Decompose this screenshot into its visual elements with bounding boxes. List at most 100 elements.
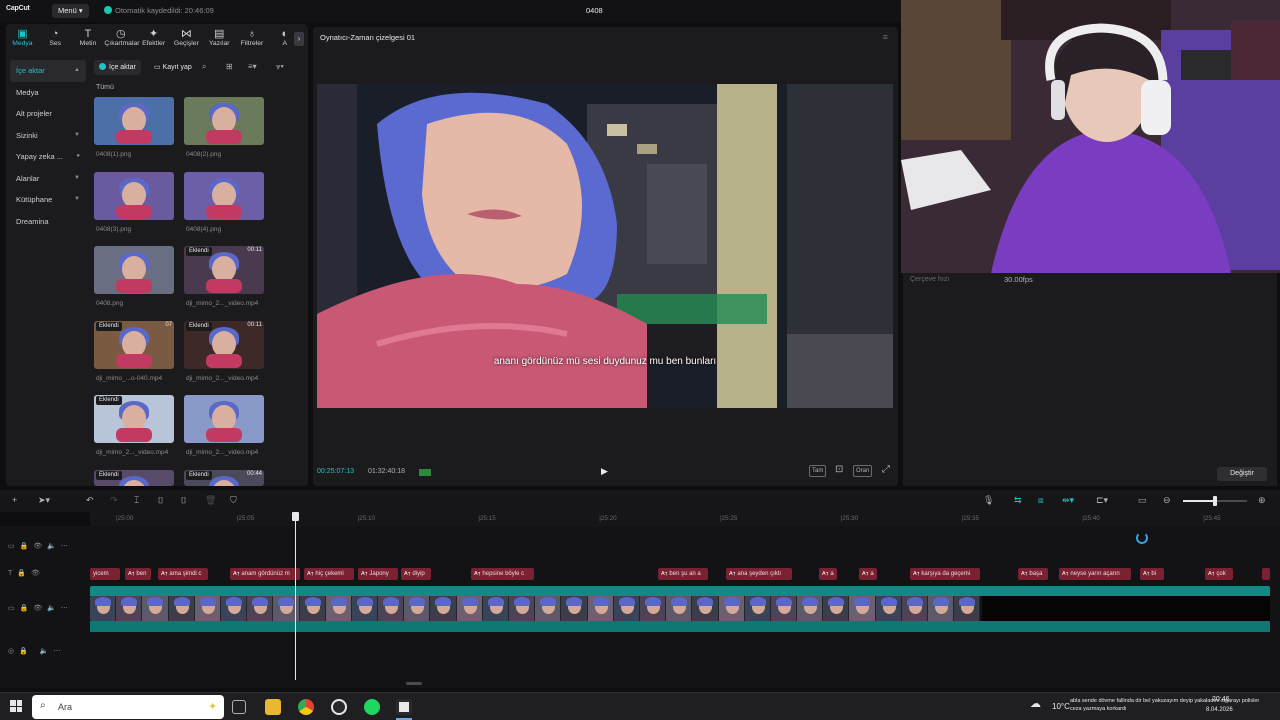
media-thumbnail[interactable]: Eklendi 00:44 — [184, 469, 264, 486]
preview-axis-icon[interactable]: ⇹▾ — [1062, 495, 1074, 506]
media-thumbnail[interactable]: Eklendi 00:11 — [184, 246, 264, 294]
audio-waveform[interactable] — [90, 621, 1270, 632]
sidenav-item-7[interactable]: Kütüphane ▼ — [10, 189, 86, 211]
tab-4[interactable]: ◷ Çıkartmalar — [104, 24, 139, 54]
text-clip[interactable]: A⁊ diyip — [401, 568, 431, 580]
sidenav-item-4[interactable]: Sizinki ▼ — [10, 125, 86, 147]
redo-icon[interactable]: ↷ — [110, 495, 118, 506]
obs-icon[interactable] — [331, 699, 347, 715]
taskbar-search[interactable]: ⌕ Ara ✦ — [32, 695, 224, 719]
chrome-icon[interactable] — [298, 699, 314, 715]
import-button[interactable]: İçe aktar — [94, 60, 141, 75]
tab-8[interactable]: ♁ Filtreler — [236, 24, 269, 54]
tab-6[interactable]: ⋈ Geçişler — [170, 24, 203, 54]
text-clip[interactable]: A⁊ Japony — [358, 568, 398, 580]
text-clip[interactable]: A⁊ çok — [1205, 568, 1233, 580]
weather-icon[interactable]: ☁ — [1030, 697, 1041, 710]
text-clip[interactable]: A⁊ başa — [1018, 568, 1048, 580]
media-thumbnail[interactable]: Eklendi — [94, 469, 174, 486]
media-thumbnail[interactable]: Eklendi 00:11 — [184, 320, 264, 369]
snap-icon[interactable]: ⧈ — [1038, 495, 1044, 506]
tab-1[interactable]: ▣ Medya — [6, 24, 39, 54]
task-view-icon[interactable] — [232, 700, 246, 714]
media-thumbnail[interactable] — [184, 97, 264, 145]
split-left-icon[interactable]: ⌷ — [158, 495, 163, 506]
zoom-slider[interactable] — [1183, 496, 1247, 506]
text-clip[interactable]: A⁊ a — [859, 568, 877, 580]
full-quality-button[interactable]: Tam — [809, 465, 827, 477]
zoom-fit-icon[interactable]: ⊏▾ — [1096, 495, 1108, 506]
windows-start-icon[interactable] — [10, 700, 22, 712]
spotify-icon[interactable] — [364, 699, 380, 715]
change-button[interactable]: Değiştir — [1217, 467, 1267, 481]
tab-2[interactable]: ◔ Ses — [39, 24, 72, 54]
undo-icon[interactable]: ↶ — [86, 495, 94, 506]
clock-time[interactable]: 20:46 — [1212, 696, 1230, 703]
link-icon[interactable]: ⇆ — [1014, 495, 1022, 506]
sidenav-item-1[interactable]: İçe aktar ▲ — [10, 60, 86, 82]
sidenav-item-2[interactable]: Medya — [10, 82, 86, 104]
zoom-slider-handle[interactable] — [1213, 496, 1217, 506]
capcut-taskbar-icon[interactable] — [396, 699, 412, 715]
media-thumbnail[interactable]: Eklendi 07 — [94, 320, 174, 369]
media-thumbnail[interactable] — [94, 171, 174, 220]
text-clip[interactable]: A⁊ karşıya da geçemi — [910, 568, 980, 580]
text-clip[interactable]: A⁊ a — [819, 568, 837, 580]
tab-7[interactable]: ▤ Yazılar — [203, 24, 236, 54]
play-button[interactable]: ▶ — [601, 466, 608, 477]
filter-icon[interactable]: ⩔▾ — [276, 62, 284, 72]
ratio-button[interactable]: Oran — [853, 465, 873, 477]
select-tool-icon[interactable]: ➤▾ — [38, 495, 50, 506]
news-ticker[interactable]: abla sende dövme fallinda dir bel yakuza… — [1070, 697, 1270, 713]
text-clip[interactable]: yicem — [90, 568, 120, 580]
video-clip[interactable] — [90, 596, 982, 621]
playhead[interactable] — [292, 512, 299, 680]
sidenav-item-8[interactable]: Dreamina — [10, 211, 86, 233]
text-clip[interactable]: A⁊ hiç çekemi — [304, 568, 354, 580]
text-clip[interactable]: A⁊ ben — [125, 568, 151, 580]
delete-icon[interactable]: 🗑 — [205, 495, 216, 506]
zoom-in-icon[interactable]: ⊕ — [1258, 495, 1266, 506]
tab-5[interactable]: ✦ Efektler — [137, 24, 170, 54]
sidenav-item-5[interactable]: Yapay zeka ... ● — [10, 146, 86, 168]
text-clip[interactable]: A⁊ neyse yarın açarın — [1059, 568, 1131, 580]
text-clip[interactable]: A⁊ bi — [1140, 568, 1164, 580]
snapshot-icon[interactable]: ⊡ — [835, 464, 843, 475]
player-menu-icon[interactable]: ≡ — [883, 32, 888, 42]
search-icon[interactable]: ⌕ — [202, 62, 206, 72]
record-button[interactable]: ▭ Kayıt yap — [150, 60, 196, 75]
media-thumbnail[interactable] — [184, 171, 264, 220]
marker-icon[interactable]: ⛉ — [230, 495, 237, 506]
caption-icon[interactable]: ▭ — [1138, 495, 1147, 506]
fullscreen-icon[interactable]: ⤢ — [882, 464, 890, 475]
split-icon[interactable]: ⌶ — [134, 495, 139, 506]
weather-temp[interactable]: 10°C — [1052, 702, 1070, 711]
sidenav-item-3[interactable]: Alt projeler — [10, 103, 86, 125]
media-thumbnail[interactable]: Eklendi — [94, 395, 174, 443]
add-track-icon[interactable]: + — [12, 495, 17, 505]
text-clip[interactable] — [1262, 568, 1270, 580]
microphone-icon[interactable]: 🎙 — [983, 495, 994, 506]
text-clip[interactable]: A⁊ ana şeyden çıktı — [726, 568, 792, 580]
tab-3[interactable]: T Metin — [72, 24, 105, 54]
file-explorer-icon[interactable] — [265, 699, 281, 715]
media-thumbnail[interactable] — [94, 246, 174, 294]
text-clip[interactable]: A⁊ ama şimdi c — [158, 568, 208, 580]
clock-date[interactable]: 8.04.2026 — [1206, 707, 1233, 713]
text-clip[interactable]: A⁊ anam gördünüz m — [230, 568, 300, 580]
text-clip[interactable]: A⁊ hepsine böyle c — [471, 568, 534, 580]
timeline-ruler[interactable]: |25:00 |25:05 |25:10 |25:15 |25:20 |25:25 |25:… — [90, 512, 1280, 526]
tabs-more-icon[interactable]: › — [294, 32, 304, 46]
media-thumbnail[interactable] — [184, 395, 264, 443]
audio-clip-top[interactable] — [90, 586, 1270, 596]
black-segment[interactable] — [982, 596, 1270, 621]
zoom-out-icon[interactable]: ⊖ — [1163, 495, 1171, 506]
split-right-icon[interactable]: ⌷ — [181, 495, 186, 506]
menu-button[interactable]: Menü ▾ — [52, 4, 89, 18]
sidenav-item-6[interactable]: Alanlar ▼ — [10, 168, 86, 190]
grid-view-icon[interactable]: ⊞ — [226, 62, 233, 71]
timeline-scrollbar[interactable] — [406, 682, 422, 685]
sort-icon[interactable]: ≡▾ — [248, 62, 257, 71]
video-preview[interactable]: ananı gördünüz mü sesi duydunuz mu ben b… — [317, 84, 893, 408]
text-clip[interactable]: A⁊ ben şu an a — [658, 568, 708, 580]
